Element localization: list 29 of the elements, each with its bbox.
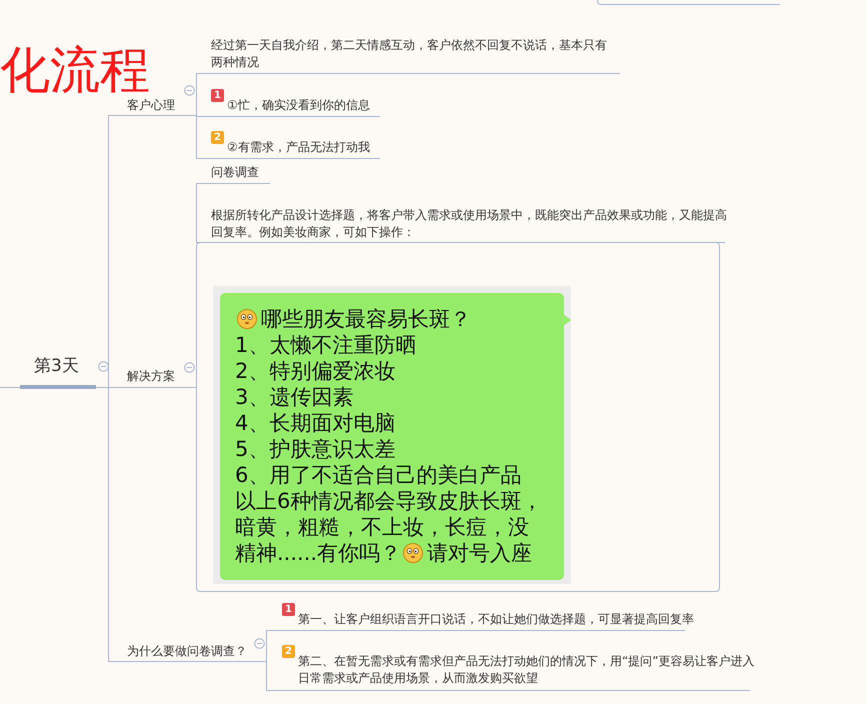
emoji-face-icon bbox=[236, 307, 260, 329]
collapse-icon[interactable] bbox=[184, 362, 195, 373]
chat-line: 以上6种情况都会导致皮肤长斑，暗黄，粗糙，不上妆，长痘，没精神......有你吗？ 请对号入座 bbox=[235, 488, 544, 566]
chat-line: 哪些朋友最容易长斑？ bbox=[235, 306, 549, 332]
chat-line: 1、太懒不注重防晒 bbox=[235, 332, 418, 358]
topic-text: 经过第一天自我介绍，第二天情感互动，客户依然不回复不说话，基本只有两种情况 bbox=[211, 37, 608, 71]
chat-line: 3、遗传因素 bbox=[235, 384, 354, 410]
root-topic[interactable]: 第3天 bbox=[34, 355, 79, 377]
chat-line: 5、护肤意识太差 bbox=[235, 436, 396, 462]
chat-line: 6、用了不适合自己的美白产品 bbox=[235, 462, 522, 488]
branch-topic[interactable]: 客户心理 bbox=[127, 97, 175, 114]
priority-badge: 1 bbox=[211, 89, 224, 102]
priority-badge: 2 bbox=[211, 131, 224, 144]
topic-text: ①忙，确实没看到你的信息 bbox=[227, 97, 371, 114]
map-title: 化流程 bbox=[0, 40, 150, 99]
topic-text: 问卷调查 bbox=[211, 164, 260, 181]
priority-badge: 1 bbox=[282, 603, 295, 616]
chat-line: 2、特别偏爱浓妆 bbox=[235, 358, 396, 384]
priority-badge: 2 bbox=[282, 645, 295, 658]
topic-text: ②有需求，产品无法打动我 bbox=[227, 139, 371, 156]
collapse-icon[interactable] bbox=[254, 638, 265, 649]
topic-text: 根据所转化产品设计选择题，将客户带入需求或使用场景中，既能突出产品效果或功能，又能提高回复率。例如美妆商家，可如下操作： bbox=[211, 207, 728, 241]
topic-text: 第二、在暂无需求或有需求但产品无法打动她们的情况下，用“提问”更容易让客户进入日常需求或产品使用场景，从而激发购买欲望 bbox=[298, 653, 756, 687]
branch-topic[interactable]: 解决方案 bbox=[127, 368, 175, 385]
collapse-icon[interactable] bbox=[184, 85, 195, 96]
chat-line: 4、长期面对电脑 bbox=[235, 410, 396, 436]
topic-text: 第一、让客户组织语言开口说话，不如让她们做选择题，可显著提高回复率 bbox=[298, 611, 695, 628]
collapse-icon[interactable] bbox=[98, 361, 109, 372]
branch-topic[interactable]: 为什么要做问卷调查？ bbox=[127, 643, 247, 660]
